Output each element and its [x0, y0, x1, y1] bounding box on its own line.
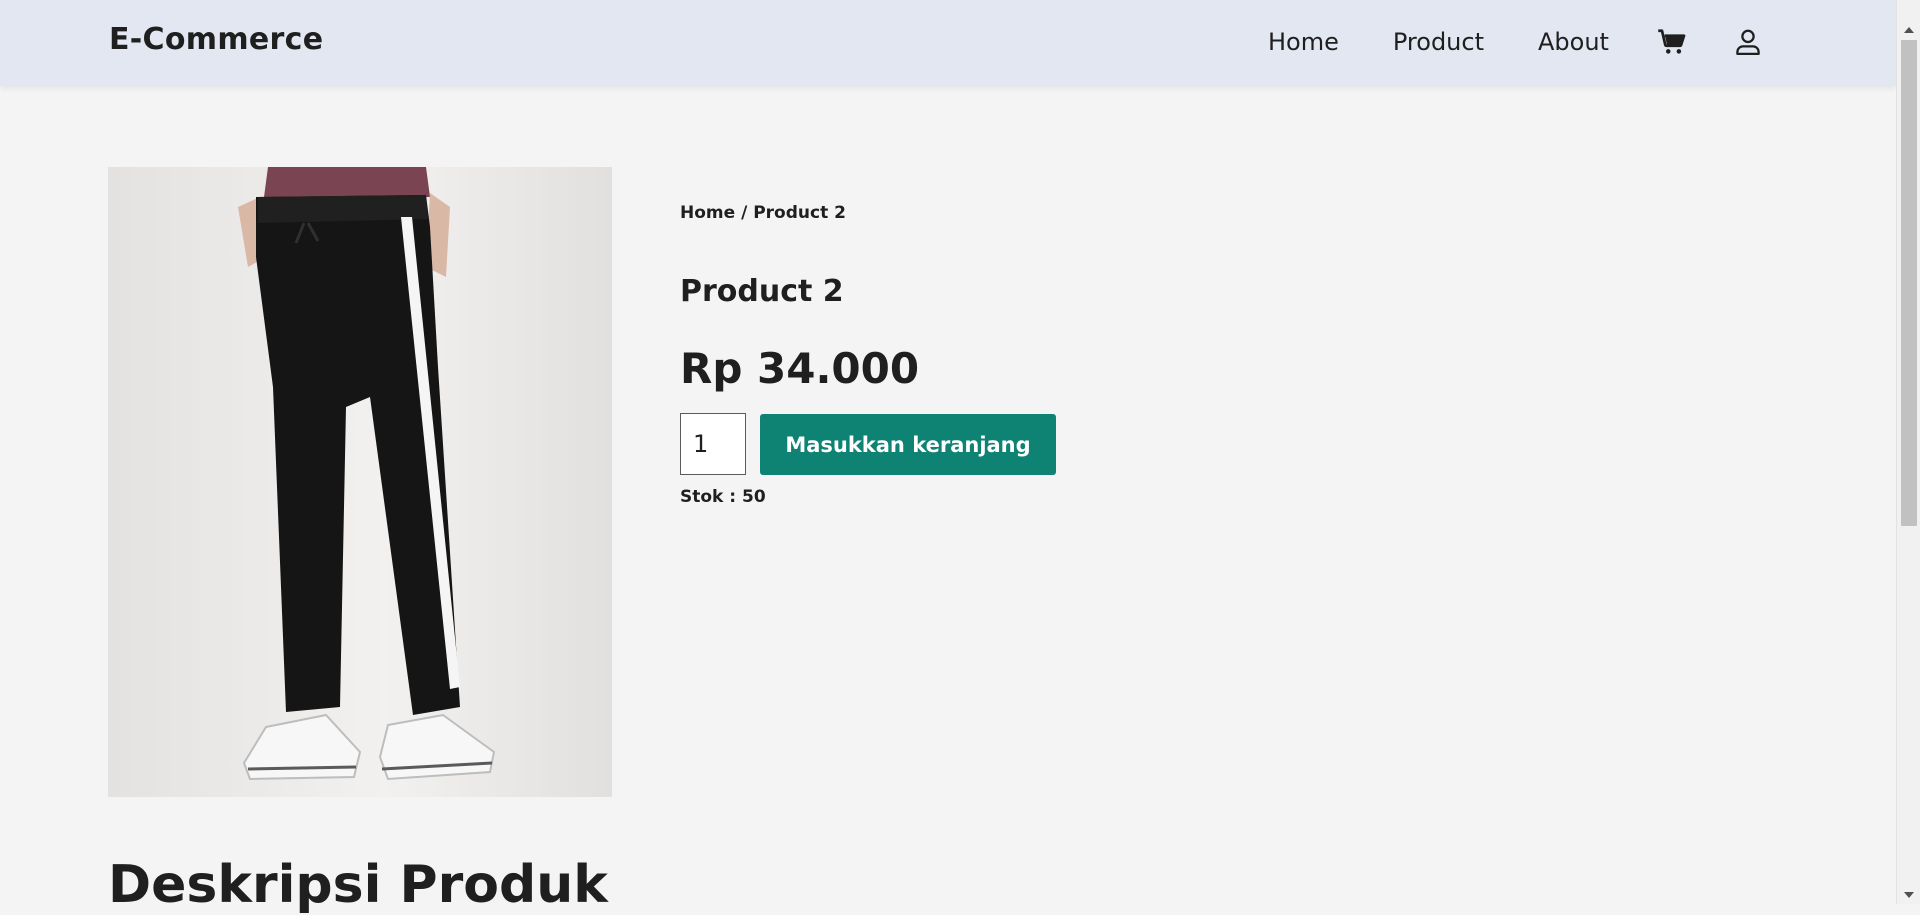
nav-about-link[interactable]: About	[1538, 26, 1609, 58]
brand-logo[interactable]: E-Commerce	[109, 22, 323, 57]
user-icon[interactable]	[1733, 27, 1763, 57]
description-heading: Deskripsi Produk	[108, 855, 608, 915]
breadcrumb: Home / Product 2	[680, 203, 846, 223]
scroll-up-arrow-icon[interactable]	[1904, 27, 1914, 33]
navbar: E-Commerce Home Product About	[0, 0, 1896, 86]
add-to-cart-button[interactable]: Masukkan keranjang	[760, 414, 1056, 475]
cart-icon[interactable]	[1657, 27, 1687, 57]
scroll-down-arrow-icon[interactable]	[1904, 892, 1914, 898]
breadcrumb-separator: /	[735, 203, 754, 223]
quantity-input[interactable]	[680, 413, 746, 475]
scrollbar[interactable]	[1896, 0, 1920, 904]
nav-home-link[interactable]: Home	[1268, 26, 1339, 58]
nav-links: Home Product About	[1268, 26, 1763, 58]
breadcrumb-home[interactable]: Home	[680, 203, 735, 223]
scroll-thumb[interactable]	[1901, 40, 1917, 526]
breadcrumb-current: Product 2	[753, 203, 846, 223]
product-price: Rp 34.000	[680, 344, 920, 393]
product-image	[108, 167, 612, 797]
product-title: Product 2	[680, 274, 844, 309]
nav-product-link[interactable]: Product	[1393, 26, 1484, 58]
stock-label: Stok : 50	[680, 487, 766, 507]
